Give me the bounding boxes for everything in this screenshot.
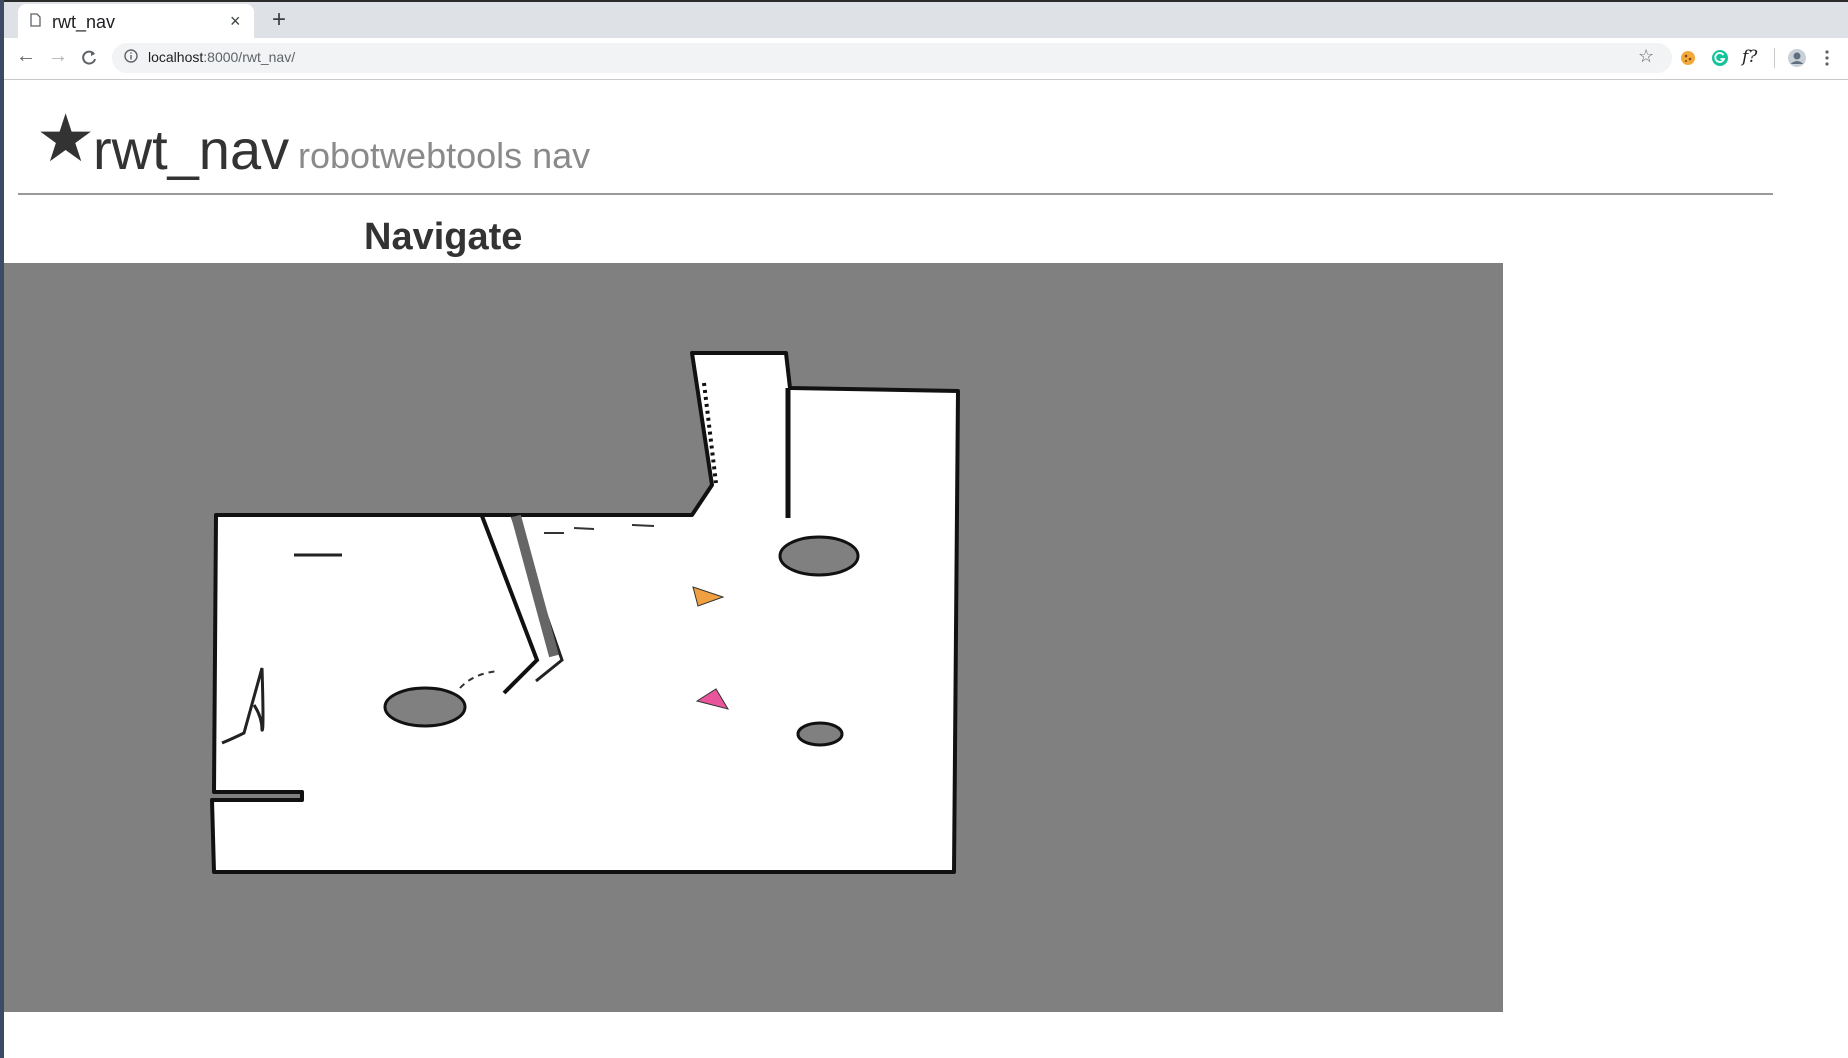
cookie-icon[interactable] xyxy=(1680,50,1696,66)
tab-close-icon[interactable]: × xyxy=(230,11,241,32)
toolbar-divider xyxy=(1774,48,1775,68)
obstacle-round xyxy=(796,721,844,747)
obstacle-round xyxy=(778,535,860,577)
profile-avatar-icon[interactable] xyxy=(1787,48,1807,68)
tab-rwt-nav[interactable]: rwt_nav × xyxy=(18,4,254,40)
browser-toolbar: ← → localhost:8000/rwt_nav/ ☆ f? xyxy=(4,38,1848,80)
bookmark-star-icon[interactable]: ☆ xyxy=(1638,46,1654,67)
navigate-heading: Navigate xyxy=(364,216,523,258)
new-tab-button[interactable]: + xyxy=(272,6,286,34)
url-text[interactable]: localhost:8000/rwt_nav/ xyxy=(148,49,295,65)
free-space-region xyxy=(210,351,960,874)
document-icon xyxy=(30,13,41,27)
tab-strip: rwt_nav × + xyxy=(4,0,1848,40)
reload-icon[interactable] xyxy=(80,49,98,67)
tab-title: rwt_nav xyxy=(52,12,116,32)
formula-icon[interactable]: f? xyxy=(1742,47,1757,67)
forward-arrow-icon[interactable]: → xyxy=(48,45,68,68)
occupancy-map[interactable] xyxy=(4,263,1503,1012)
header-divider xyxy=(18,193,1773,195)
url-path: :8000/rwt_nav/ xyxy=(203,49,296,65)
page-subtitle: robotwebtools nav xyxy=(298,135,591,176)
back-arrow-icon[interactable]: ← xyxy=(16,45,36,68)
page-title: rwt_nav xyxy=(93,118,290,181)
url-host: localhost xyxy=(148,49,204,65)
menu-kebab-icon[interactable] xyxy=(1824,49,1830,67)
obstacle-round xyxy=(383,686,467,728)
address-bar[interactable]: localhost:8000/rwt_nav/ ☆ xyxy=(112,43,1672,73)
star-logo-icon: ★ xyxy=(36,101,96,175)
info-icon[interactable] xyxy=(124,49,138,63)
grammarly-icon[interactable] xyxy=(1711,49,1729,67)
map-viewer[interactable] xyxy=(4,263,1503,1012)
